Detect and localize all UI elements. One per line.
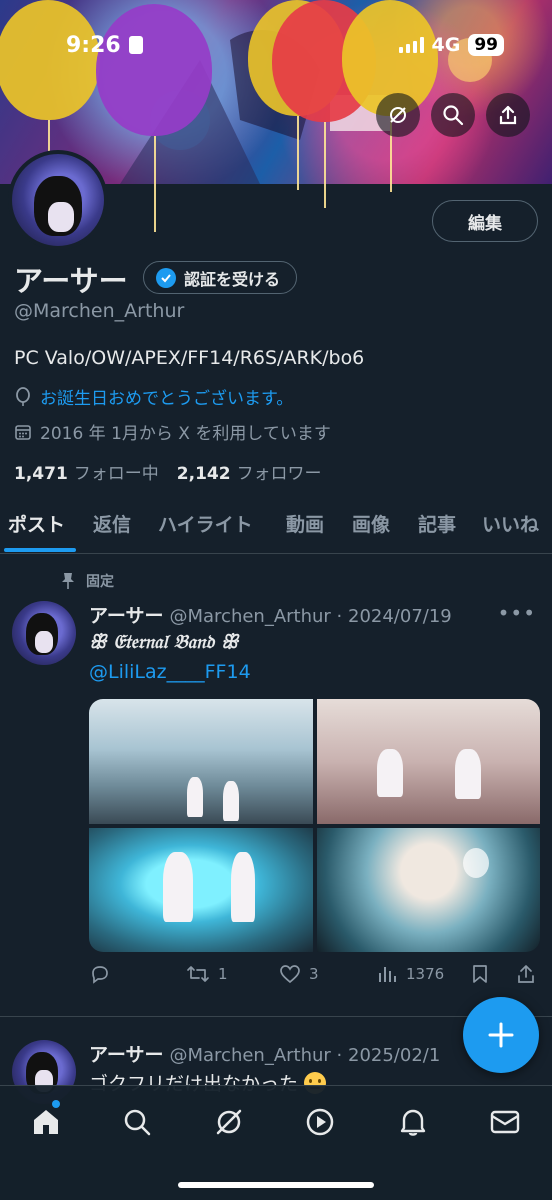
signal-icon	[398, 37, 424, 53]
tab-images[interactable]: 画像	[352, 510, 390, 537]
mail-icon	[490, 1110, 520, 1134]
tab-videos[interactable]: 動画	[286, 510, 324, 537]
followers-count: 2,142	[176, 464, 231, 484]
home-icon	[34, 1110, 58, 1134]
grok-icon	[390, 107, 406, 123]
user-handle: @Marchen_Arthur	[14, 300, 185, 322]
tweet-avatar[interactable]	[12, 601, 76, 665]
like-button[interactable]: 3	[279, 963, 319, 985]
battery-icon: 99	[468, 34, 504, 56]
nav-grok[interactable]	[211, 1104, 247, 1140]
retweet-icon	[187, 966, 209, 982]
status-bar: 9:26 4G 99	[0, 0, 552, 90]
balloon-icon	[16, 386, 30, 406]
profile-tabs: ポスト 返信 ハイライト 動画 画像 記事 いいね	[0, 498, 552, 554]
tab-highlights[interactable]: ハイライト	[158, 510, 253, 537]
edit-profile-button[interactable]: 編集	[432, 200, 538, 242]
active-tab-indicator	[4, 548, 76, 552]
retweet-count: 1	[218, 965, 228, 983]
following-label: フォロー中	[73, 464, 159, 484]
share-icon	[518, 965, 534, 983]
followers-label: フォロワー	[236, 464, 322, 484]
views-button[interactable]: 1376	[376, 963, 444, 985]
search-icon	[443, 105, 464, 126]
tab-replies[interactable]: 返信	[93, 510, 131, 537]
nav-messages[interactable]	[487, 1104, 523, 1140]
get-verified-label: 認証を受ける	[184, 269, 281, 289]
share-tweet-button[interactable]	[515, 963, 537, 985]
tweet-image[interactable]	[89, 699, 313, 824]
tweet-image[interactable]	[89, 827, 313, 952]
following-link[interactable]: 1,471 フォロー中	[14, 459, 159, 484]
profile-avatar[interactable]	[8, 150, 108, 250]
share-icon	[499, 105, 517, 125]
follow-stats: 1,471 フォロー中 2,142 フォロワー	[14, 459, 322, 484]
bookmark-button[interactable]	[470, 963, 490, 985]
grok-button[interactable]	[376, 93, 420, 137]
more-options-icon[interactable]: •••	[498, 601, 536, 625]
joined-text: 2016 年 1月から X を利用しています	[40, 424, 331, 444]
nav-notifications[interactable]	[395, 1104, 431, 1140]
focus-mode-icon	[128, 36, 143, 54]
tweet-author-name[interactable]: アーサー	[89, 605, 163, 627]
nav-home[interactable]	[28, 1104, 64, 1140]
following-count: 1,471	[14, 464, 68, 484]
search-icon	[124, 1109, 151, 1136]
tweet-mention-link[interactable]: @LiliLaz____FF14	[89, 661, 251, 683]
tab-articles[interactable]: 記事	[418, 510, 456, 537]
tweet-text: ꕥ 𝔈𝔱𝔢𝔯𝔫𝔞𝔩 𝔅𝔞𝔫𝔡 ꕥ	[89, 631, 239, 653]
tweet-meta: @Marchen_Arthur · 2025/02/1	[169, 1045, 441, 1066]
heart-icon	[280, 965, 300, 984]
bell-icon	[400, 1109, 426, 1136]
calendar-icon	[15, 424, 31, 440]
tweet-meta: @Marchen_Arthur · 2024/07/19	[169, 606, 452, 627]
tweet-actions: 1 3 1376	[89, 963, 540, 991]
compose-post-button[interactable]	[463, 997, 539, 1073]
tab-likes[interactable]: いいね	[482, 510, 539, 537]
pinned-label: 固定	[60, 571, 114, 591]
network-type: 4G	[431, 34, 461, 56]
get-verified-button[interactable]: 認証を受ける	[143, 261, 298, 294]
joined-date: 2016 年 1月から X を利用しています	[14, 419, 331, 444]
birthday-text: お誕生日おめでとうございます。	[40, 389, 294, 409]
profile-bio: PC Valo/OW/APEX/FF14/R6S/ARK/bo6	[14, 347, 365, 369]
display-name: アーサー	[14, 264, 128, 298]
tab-posts[interactable]: ポスト	[8, 510, 65, 537]
followers-link[interactable]: 2,142 フォロワー	[177, 459, 322, 484]
plus-icon	[488, 1022, 514, 1048]
search-profile-button[interactable]	[431, 93, 475, 137]
pinned-text: 固定	[86, 574, 114, 590]
grok-icon	[216, 1109, 242, 1135]
birthday-line[interactable]: お誕生日おめでとうございます。	[14, 384, 293, 409]
tweet-image[interactable]	[316, 827, 540, 952]
nav-search[interactable]	[119, 1104, 155, 1140]
status-indicators: 4G 99	[398, 34, 504, 56]
status-time: 9:26	[66, 33, 143, 58]
profile-page: 9:26 4G 99 編集 アーサー 認証を受ける @Marchen_Arthu…	[0, 0, 552, 1200]
verified-badge-icon	[156, 267, 176, 288]
pin-icon	[62, 573, 74, 589]
views-count: 1376	[406, 965, 445, 983]
like-count: 3	[309, 965, 319, 983]
home-notification-dot	[52, 1100, 60, 1108]
play-icon	[306, 1108, 334, 1136]
home-indicator	[178, 1182, 374, 1188]
tweet-image[interactable]	[316, 699, 540, 824]
nav-video[interactable]	[302, 1104, 338, 1140]
tweet-header: アーサー @Marchen_Arthur · 2025/02/1	[89, 1040, 479, 1067]
tweet-media-grid	[89, 699, 540, 952]
tweet-header: アーサー @Marchen_Arthur · 2024/07/19	[89, 601, 489, 628]
retweet-button[interactable]: 1	[186, 963, 228, 985]
reply-icon	[92, 966, 108, 984]
tweet-author-name[interactable]: アーサー	[89, 1044, 163, 1066]
analytics-icon	[379, 967, 396, 982]
reply-button[interactable]	[89, 963, 119, 985]
share-button[interactable]	[486, 93, 530, 137]
bookmark-icon	[473, 965, 487, 983]
